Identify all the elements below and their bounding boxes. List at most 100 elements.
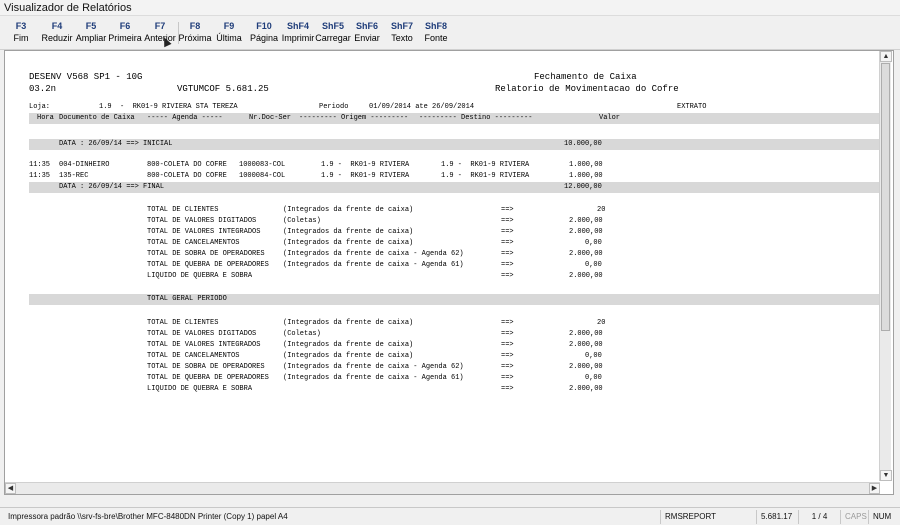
shortcut-key: F4 bbox=[51, 21, 63, 31]
total-valor: 2.000,00 bbox=[569, 385, 603, 393]
saldo-final-label: DATA : 26/09/14 ==> FINAL bbox=[59, 183, 165, 191]
pagina-button[interactable]: F10 Página bbox=[245, 20, 283, 46]
horizontal-scrollbar[interactable]: ◀ ▶ bbox=[5, 482, 880, 494]
total-label: TOTAL DE CLIENTES bbox=[147, 319, 219, 327]
total-row: TOTAL DE QUEBRA DE OPERADORES (Integrados… bbox=[29, 260, 879, 271]
total-row: TOTAL DE VALORES DIGITADOS (Coletas) ==> 2.… bbox=[29, 329, 879, 340]
row-destino: 1.9 - RK01-9 RIVIERA bbox=[441, 172, 530, 180]
row-hora: 11:35 bbox=[29, 172, 51, 180]
status-num: NUM bbox=[868, 510, 898, 524]
saldo-inicial-valor: 10.000,00 bbox=[564, 140, 602, 148]
button-label: Texto bbox=[391, 33, 413, 43]
col-valor: Valor bbox=[599, 114, 621, 122]
row-destino: 1.9 - RK01-9 RIVIERA bbox=[441, 161, 530, 169]
total-row: TOTAL DE VALORES DIGITADOS (Coletas) ==> 2.… bbox=[29, 216, 879, 227]
total-valor: 0,00 bbox=[585, 352, 602, 360]
saldo-final-row: DATA : 26/09/14 ==> FINAL 12.000,00 bbox=[29, 182, 879, 193]
total-desc: (Integrados da frente de caixa - Agenda … bbox=[283, 363, 464, 371]
loja-label: Loja: bbox=[29, 103, 51, 111]
col-agenda: ----- Agenda ----- bbox=[147, 114, 223, 122]
anterior-button[interactable]: F7 Anterior bbox=[141, 20, 179, 46]
report-viewer[interactable]: DESENV V568 SP1 - 10G Fechamento de Caix… bbox=[4, 50, 894, 495]
total-valor: 0,00 bbox=[585, 261, 602, 269]
row-agenda: 800-COLETA DO COFRE bbox=[147, 172, 227, 180]
button-label: Página bbox=[249, 33, 279, 43]
button-label: Próxima bbox=[178, 33, 212, 43]
total-arrow: ==> bbox=[501, 385, 514, 393]
table-row: 11:35 004-DINHEIRO 800-COLETA DO COFRE 1… bbox=[29, 160, 879, 171]
total-desc: (Integrados da frente de caixa) bbox=[283, 352, 414, 360]
report-header-line-1: DESENV V568 SP1 - 10G Fechamento de Caix… bbox=[29, 71, 879, 83]
total-arrow: ==> bbox=[501, 272, 514, 280]
total-row: LIQUIDO DE QUEBRA E SOBRA ==> 2.000,00 bbox=[29, 384, 879, 395]
total-label: LIQUIDO DE QUEBRA E SOBRA bbox=[147, 385, 253, 393]
button-label: Ampliar bbox=[75, 33, 107, 43]
fim-button[interactable]: F3 Fim bbox=[2, 20, 40, 46]
total-label: LIQUIDO DE QUEBRA E SOBRA bbox=[147, 272, 253, 280]
total-arrow: ==> bbox=[501, 239, 514, 247]
primeira-button[interactable]: F6 Primeira bbox=[106, 20, 144, 46]
total-label: TOTAL DE QUEBRA DE OPERADORES bbox=[147, 261, 269, 269]
total-arrow: ==> bbox=[501, 363, 514, 371]
shortcut-key: F3 bbox=[15, 21, 27, 31]
scroll-right-icon[interactable]: ▶ bbox=[869, 483, 880, 494]
shortcut-key: F6 bbox=[119, 21, 131, 31]
scroll-left-icon[interactable]: ◀ bbox=[5, 483, 16, 494]
button-label: Primeira bbox=[108, 33, 142, 43]
imprimir-button[interactable]: ShF4 Imprimir bbox=[279, 20, 317, 46]
total-valor: 20 bbox=[597, 206, 606, 214]
carregar-button[interactable]: ShF5 Carregar bbox=[314, 20, 352, 46]
total-row: TOTAL DE CLIENTES (Integrados da frente d… bbox=[29, 205, 879, 216]
row-agenda: 800-COLETA DO COFRE bbox=[147, 161, 227, 169]
total-label: TOTAL DE VALORES DIGITADOS bbox=[147, 330, 257, 338]
col-documento: Documento de Caixa bbox=[59, 114, 135, 122]
total-arrow: ==> bbox=[501, 261, 514, 269]
ampliar-button[interactable]: F5 Ampliar bbox=[72, 20, 110, 46]
enviar-button[interactable]: ShF6 Enviar bbox=[348, 20, 386, 46]
row-documento: 004-DINHEIRO bbox=[59, 161, 110, 169]
total-desc: (Integrados da frente de caixa - Agenda … bbox=[283, 261, 464, 269]
total-valor: 2.000,00 bbox=[569, 341, 603, 349]
row-origem: 1.9 - RK01-9 RIVIERA bbox=[321, 161, 410, 169]
total-label: TOTAL DE VALORES DIGITADOS bbox=[147, 217, 257, 225]
scrollbar-thumb[interactable] bbox=[881, 63, 890, 331]
total-desc: (Integrados da frente de caixa) bbox=[283, 341, 414, 349]
window-title: Visualizador de Relatórios bbox=[4, 2, 132, 14]
total-row: TOTAL DE SOBRA DE OPERADORES (Integrados … bbox=[29, 362, 879, 373]
total-geral-header: TOTAL GERAL PERIODO bbox=[29, 294, 879, 305]
button-label: Imprimir bbox=[281, 33, 315, 43]
total-arrow: ==> bbox=[501, 250, 514, 258]
status-report-name: RMSREPORT bbox=[660, 510, 752, 524]
proxima-button[interactable]: F8 Próxima bbox=[176, 20, 214, 46]
total-row: LIQUIDO DE QUEBRA E SOBRA ==> 2.000,00 bbox=[29, 271, 879, 282]
scroll-down-icon[interactable]: ▼ bbox=[880, 470, 892, 481]
shortcut-key: F7 bbox=[154, 21, 166, 31]
status-bar: Impressora padrão \\srv-fs-bre\Brother M… bbox=[0, 507, 900, 525]
shortcut-key: ShF8 bbox=[424, 21, 447, 31]
total-desc: (Integrados da frente de caixa) bbox=[283, 319, 414, 327]
total-desc: (Coletas) bbox=[283, 217, 321, 225]
total-valor: 0,00 bbox=[585, 239, 602, 247]
fonte-button[interactable]: ShF8 Fonte bbox=[417, 20, 455, 46]
texto-button[interactable]: ShF7 Texto bbox=[383, 20, 421, 46]
reduzir-button[interactable]: F4 Reduzir bbox=[38, 20, 76, 46]
total-row: TOTAL DE CANCELAMENTOS (Integrados da fre… bbox=[29, 238, 879, 249]
periodo-value: 01/09/2014 ate 26/09/2014 bbox=[369, 103, 475, 111]
report-type: EXTRATO bbox=[677, 103, 707, 111]
ultima-button[interactable]: F9 Última bbox=[210, 20, 248, 46]
button-label: Fim bbox=[13, 33, 29, 43]
scroll-up-icon[interactable]: ▲ bbox=[880, 51, 892, 62]
toolbar: F3 Fim F4 Reduzir F5 Ampliar F6 Primeira F7 A… bbox=[0, 16, 900, 50]
report-title: Fechamento de Caixa bbox=[534, 72, 637, 82]
row-valor: 1.000,00 bbox=[569, 172, 603, 180]
total-valor: 0,00 bbox=[585, 374, 602, 382]
saldo-inicial-label: DATA : 26/09/14 ==> INICIAL bbox=[59, 140, 173, 148]
report-subtitle: Relatorio de Movimentacao do Cofre bbox=[495, 84, 679, 94]
total-desc: (Integrados da frente de caixa) bbox=[283, 206, 414, 214]
col-origem: --------- Origem --------- bbox=[299, 114, 409, 122]
row-documento: 135-REC bbox=[59, 172, 89, 180]
button-label: Carregar bbox=[315, 33, 351, 43]
vertical-scrollbar[interactable]: ▲ ▼ bbox=[879, 51, 892, 481]
total-arrow: ==> bbox=[501, 217, 514, 225]
total-geral-label: TOTAL GERAL PERIODO bbox=[147, 295, 227, 303]
